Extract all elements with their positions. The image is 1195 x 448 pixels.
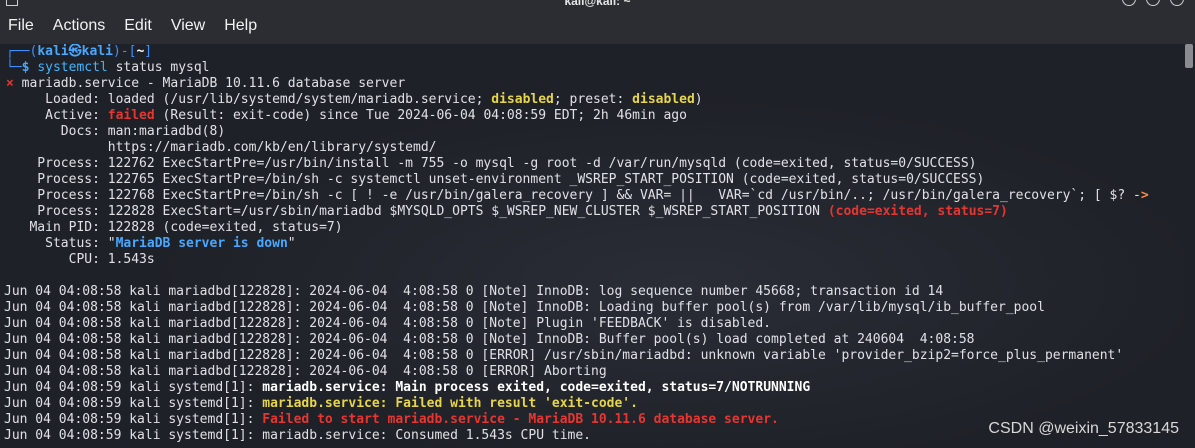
- log-line: Jun 04 04:08:58 kali mariadbd[122828]: 2…: [4, 300, 1045, 315]
- prompt-second-prefix: └─: [6, 60, 22, 75]
- window-title: kali@kali: ~: [564, 0, 631, 8]
- status-value: MariaDB server is down: [115, 236, 288, 251]
- terminal-scrollbar[interactable]: [1183, 44, 1195, 448]
- cpu-line: CPU: 1.543s: [6, 252, 155, 267]
- log-line: Jun 04 04:08:58 kali mariadbd[122828]: 2…: [4, 332, 975, 347]
- menu-bar: File Actions Edit View Help: [0, 8, 1195, 44]
- log-line: Jun 04 04:08:58 kali mariadbd[122828]: 2…: [4, 348, 1124, 363]
- log-line: Jun 04 04:08:59 kali systemd[1]: Failed …: [4, 412, 779, 428]
- active-label: Active:: [6, 108, 108, 123]
- active-detail: (Result: exit-code) since Tue 2024-06-04…: [154, 108, 687, 123]
- log-line: Jun 04 04:08:59 kali systemd[1]: mariadb…: [4, 380, 810, 396]
- status-end: ": [287, 236, 296, 251]
- log-prefix: Jun 04 04:08:59 kali systemd[1]:: [4, 380, 263, 395]
- docs-line: Docs: man:mariadbd(8): [6, 124, 225, 140]
- process-line: Process: 122762 ExecStartPre=/usr/bin/in…: [6, 156, 977, 171]
- docs-man-link[interactable]: man:mariadbd(8): [108, 124, 225, 139]
- prompt-host: kali: [81, 44, 113, 59]
- command-name: systemctl: [37, 60, 108, 75]
- prompt-dollar: $: [21, 60, 30, 75]
- menu-help[interactable]: Help: [215, 17, 267, 35]
- menu-actions[interactable]: Actions: [44, 17, 115, 35]
- menu-view[interactable]: View: [162, 17, 215, 35]
- prompt-line: ┌──(kali㉿kali)-[~]: [6, 44, 152, 60]
- docs-label: Docs:: [6, 124, 108, 139]
- log-line: Jun 04 04:08:58 kali mariadbd[122828]: 2…: [4, 364, 607, 379]
- active-state: failed: [107, 108, 155, 123]
- log-message: mariadb.service: Consumed 1.543s CPU tim…: [262, 428, 592, 443]
- prompt-user: kali: [37, 44, 69, 59]
- watermark: CSDN @weixin_57833145: [988, 420, 1179, 437]
- status-line: Status: "MariaDB server is down": [6, 236, 296, 252]
- process-text: Process: 122768 ExecStartPre=/bin/sh -c …: [6, 188, 1141, 203]
- prompt-at: ㉿: [68, 44, 82, 59]
- log-prefix: Jun 04 04:08:59 kali systemd[1]:: [4, 396, 263, 411]
- command-line: └─$ systemctl status mysql: [6, 60, 210, 76]
- log-line: Jun 04 04:08:58 kali mariadbd[122828]: 2…: [4, 284, 944, 299]
- failed-bullet-icon: ×: [6, 76, 14, 91]
- loaded-value: loaded (/usr/lib/systemd/system/mariadb.…: [107, 92, 492, 107]
- log-message: Failed to start mariadb.service - MariaD…: [262, 412, 779, 427]
- log-message: mariadb.service: Failed with result 'exi…: [262, 396, 638, 411]
- log-message: mariadb.service: Main process exited, co…: [262, 380, 811, 395]
- log-prefix: Jun 04 04:08:59 kali systemd[1]:: [4, 428, 263, 443]
- window-titlebar: kali@kali: ~: [0, 0, 1195, 8]
- loaded-line: Loaded: loaded (/usr/lib/systemd/system/…: [6, 92, 703, 108]
- prompt-open: ┌──(: [6, 44, 38, 59]
- prompt-mid: )-[: [112, 44, 137, 59]
- menu-edit[interactable]: Edit: [115, 17, 162, 35]
- process-exit-result: (code=exited, status=7): [827, 204, 1008, 219]
- process-line: Process: 122768 ExecStartPre=/bin/sh -c …: [6, 188, 1149, 204]
- command-args: status mysql: [107, 60, 210, 75]
- line-overflow-arrow-icon: >: [1140, 188, 1149, 203]
- main-pid-line: Main PID: 122828 (code=exited, status=7): [6, 220, 343, 235]
- loaded-disabled: disabled: [491, 92, 554, 107]
- service-header: × mariadb.service - MariaDB 10.11.6 data…: [6, 76, 405, 92]
- log-line: Jun 04 04:08:59 kali systemd[1]: mariadb…: [4, 428, 591, 444]
- log-prefix: Jun 04 04:08:59 kali systemd[1]:: [4, 412, 263, 427]
- status-label: Status: ": [6, 236, 116, 251]
- loaded-label: Loaded:: [6, 92, 108, 107]
- process-line: Process: 122828 ExecStart=/usr/sbin/mari…: [6, 204, 1008, 220]
- service-title: mariadb.service - MariaDB 10.11.6 databa…: [13, 76, 406, 91]
- terminal-output[interactable]: ┌──(kali㉿kali)-[~] └─$ systemctl status …: [0, 44, 1183, 448]
- scrollbar-thumb[interactable]: [1185, 44, 1193, 68]
- docs-url-line[interactable]: https://mariadb.com/kb/en/library/system…: [6, 140, 437, 156]
- log-line: Jun 04 04:08:59 kali systemd[1]: mariadb…: [4, 396, 638, 412]
- prompt-close: ]: [144, 44, 153, 59]
- menu-file[interactable]: File: [0, 17, 44, 35]
- process-line: Process: 122765 ExecStartPre=/bin/sh -c …: [6, 172, 985, 187]
- process-text: Process: 122828 ExecStart=/usr/sbin/mari…: [6, 204, 828, 219]
- loaded-preset-label: ; preset:: [553, 92, 633, 107]
- loaded-end: ): [694, 92, 703, 107]
- loaded-preset-value: disabled: [632, 92, 695, 107]
- active-line: Active: failed (Result: exit-code) since…: [6, 108, 687, 124]
- log-line: Jun 04 04:08:58 kali mariadbd[122828]: 2…: [4, 316, 772, 331]
